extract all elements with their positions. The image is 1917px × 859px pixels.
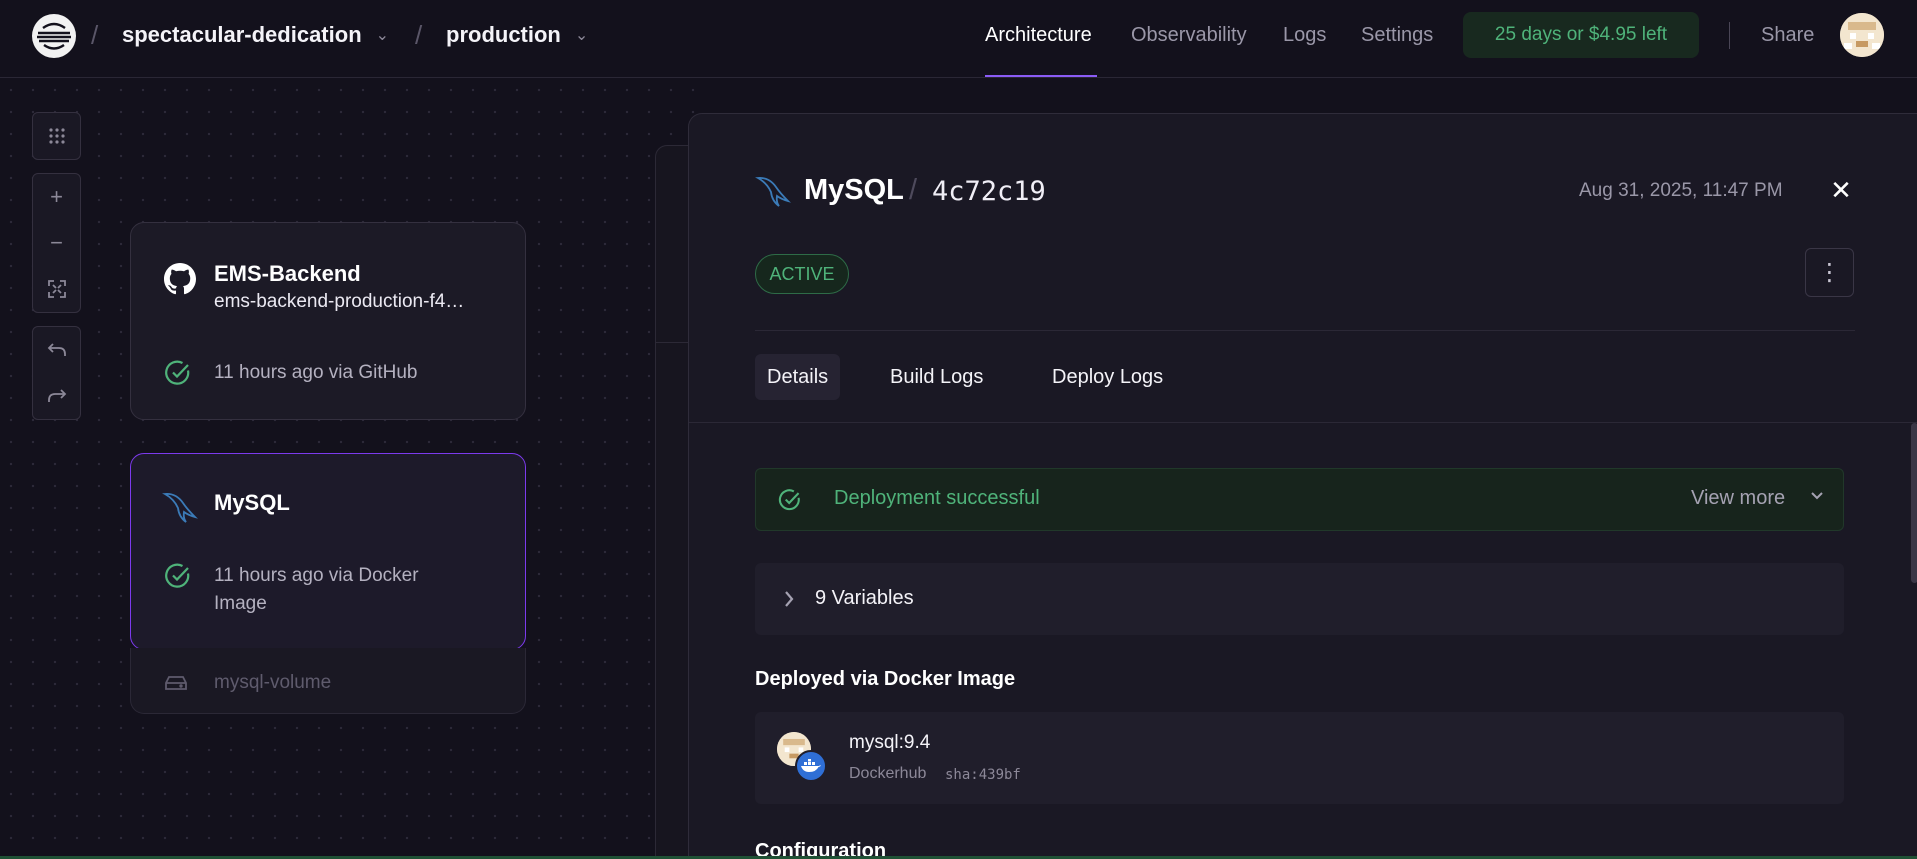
fit-view-icon[interactable] bbox=[33, 266, 80, 312]
hard-drive-icon bbox=[165, 674, 187, 697]
service-card-mysql[interactable]: MySQL 11 hours ago via Docker Image bbox=[130, 453, 526, 650]
environment-name: production bbox=[446, 22, 561, 47]
service-domain[interactable]: ems-backend-production-f4… bbox=[214, 291, 464, 313]
breadcrumb-separator: / bbox=[91, 20, 99, 50]
chevron-right-icon bbox=[783, 590, 795, 613]
share-button[interactable]: Share bbox=[1761, 24, 1814, 47]
grid-icon[interactable] bbox=[33, 113, 80, 159]
view-more-button[interactable]: View more bbox=[1691, 487, 1785, 510]
chevron-down-icon: ⌄ bbox=[375, 27, 390, 44]
tab-deploy-logs[interactable]: Deploy Logs bbox=[1040, 354, 1175, 400]
breadcrumb-separator: / bbox=[909, 174, 918, 206]
check-circle-icon bbox=[778, 488, 802, 517]
volume-name: mysql-volume bbox=[214, 672, 332, 693]
more-options-icon[interactable]: ⋮ bbox=[1805, 248, 1854, 297]
deployment-status-banner[interactable]: Deployment successful View more bbox=[755, 468, 1844, 531]
zoom-out-icon[interactable]: − bbox=[33, 220, 80, 266]
environment-selector[interactable]: production ⌄ bbox=[446, 22, 588, 48]
image-name: mysql:9.4 bbox=[849, 732, 931, 753]
mysql-dolphin-icon bbox=[162, 490, 199, 529]
volume-card[interactable]: mysql-volume bbox=[130, 648, 526, 714]
user-avatar[interactable] bbox=[1840, 13, 1884, 57]
docker-image-card[interactable]: mysql:9.4 Dockerhub sha:439bf bbox=[755, 712, 1844, 804]
canvas-toolbar-history bbox=[32, 326, 81, 420]
deploy-status-line1: 11 hours ago via Docker bbox=[214, 565, 419, 586]
github-icon bbox=[164, 263, 196, 300]
breadcrumb-separator: / bbox=[415, 20, 423, 50]
tab-build-logs[interactable]: Build Logs bbox=[878, 354, 995, 400]
undo-icon[interactable] bbox=[33, 327, 80, 373]
trial-status-button[interactable]: 25 days or $4.95 left bbox=[1463, 12, 1699, 58]
check-circle-icon bbox=[164, 562, 192, 595]
divider bbox=[1729, 22, 1730, 49]
service-name: EMS-Backend bbox=[214, 261, 361, 286]
variables-accordion[interactable]: 9 Variables bbox=[755, 563, 1844, 635]
canvas-toolbar-zoom: + − bbox=[32, 173, 81, 313]
tab-details[interactable]: Details bbox=[755, 354, 841, 400]
tab-architecture[interactable]: Architecture bbox=[985, 24, 1092, 47]
mysql-dolphin-icon bbox=[755, 174, 792, 213]
redo-icon[interactable] bbox=[33, 373, 80, 419]
chevron-down-icon bbox=[1810, 489, 1824, 508]
top-navigation: / spectacular-dedication ⌄ / production … bbox=[0, 0, 1917, 78]
project-name: spectacular-dedication bbox=[122, 22, 362, 47]
deployed-via-heading: Deployed via Docker Image bbox=[755, 668, 1016, 690]
project-selector[interactable]: spectacular-dedication ⌄ bbox=[122, 22, 389, 48]
image-registry: Dockerhub bbox=[849, 765, 927, 782]
active-tab-indicator bbox=[985, 75, 1097, 77]
deploy-status-line2: Image bbox=[214, 593, 267, 614]
panel-title: MySQL bbox=[804, 174, 904, 206]
service-detail-panel: MySQL / 4c72c19 Aug 31, 2025, 11:47 PM ✕… bbox=[688, 113, 1917, 859]
tab-settings[interactable]: Settings bbox=[1361, 24, 1433, 47]
chevron-down-icon: ⌄ bbox=[574, 27, 589, 44]
service-card-ems-backend[interactable]: EMS-Backend ems-backend-production-f4… 1… bbox=[130, 222, 526, 420]
deployment-timestamp: Aug 31, 2025, 11:47 PM bbox=[1579, 180, 1783, 201]
zoom-in-icon[interactable]: + bbox=[33, 174, 80, 220]
docker-icon bbox=[795, 750, 827, 782]
check-circle-icon bbox=[164, 359, 192, 392]
tab-logs[interactable]: Logs bbox=[1283, 24, 1326, 47]
tab-observability[interactable]: Observability bbox=[1131, 24, 1247, 47]
divider bbox=[755, 330, 1855, 331]
deployment-hash: 4c72c19 bbox=[932, 176, 1046, 207]
close-icon[interactable]: ✕ bbox=[1827, 176, 1855, 204]
railway-logo-icon[interactable] bbox=[32, 14, 76, 58]
deploy-status: 11 hours ago via GitHub bbox=[214, 362, 418, 383]
divider bbox=[689, 422, 1917, 423]
service-name: MySQL bbox=[214, 490, 290, 515]
image-sha: sha:439bf bbox=[945, 767, 1021, 783]
panel-scrollbar[interactable] bbox=[1911, 423, 1917, 583]
variables-count: 9 Variables bbox=[815, 587, 914, 609]
status-badge: ACTIVE bbox=[755, 254, 849, 294]
deployment-status-text: Deployment successful bbox=[834, 487, 1040, 509]
canvas-toolbar-grid bbox=[32, 112, 81, 160]
